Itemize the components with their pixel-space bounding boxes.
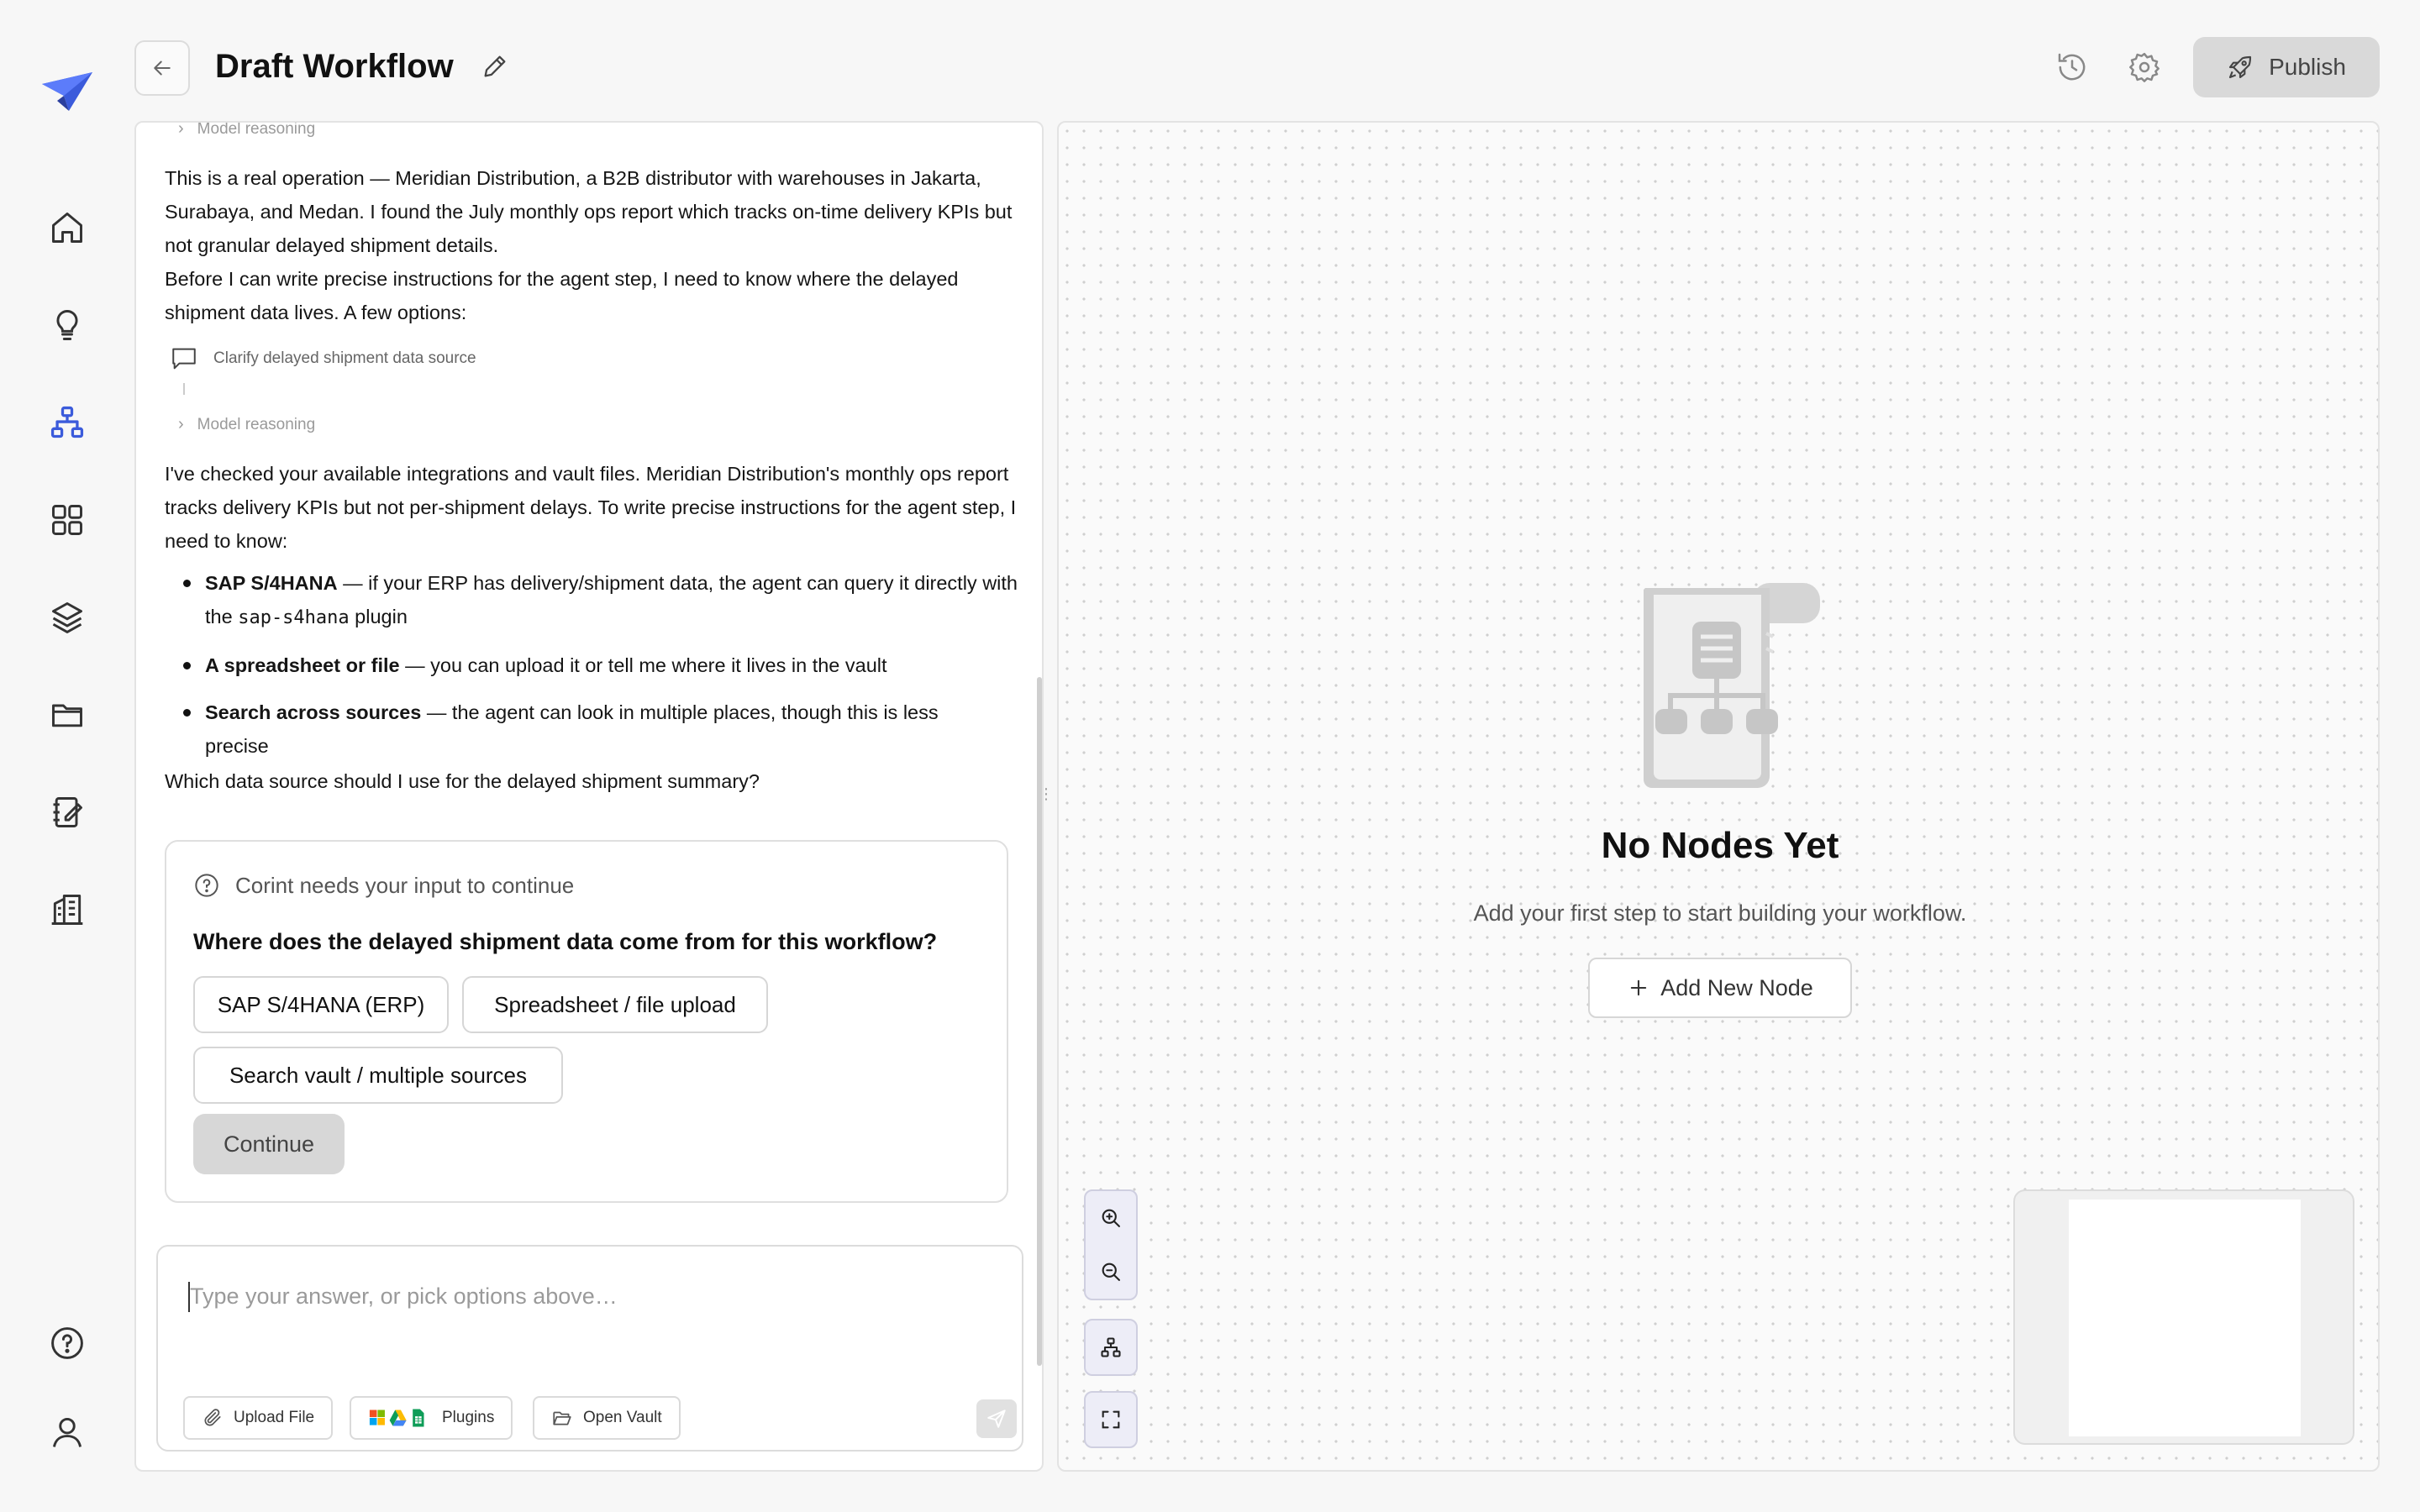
- add-new-node-button[interactable]: Add New Node: [1588, 958, 1852, 1018]
- zoom-out-icon: [1102, 1263, 1120, 1281]
- model-reasoning-label: Model reasoning: [197, 415, 316, 433]
- edit-title-icon[interactable]: [481, 52, 509, 81]
- list-item-title: SAP S/4HANA: [205, 572, 338, 594]
- tool-call-item[interactable]: Clarify delayed shipment data source: [170, 344, 476, 373]
- input-request-header: Corint needs your input to continue: [193, 872, 574, 899]
- upload-file-button[interactable]: Upload File: [183, 1396, 334, 1440]
- zoom-in-button[interactable]: [1086, 1191, 1136, 1245]
- layout-tree-icon: [1101, 1337, 1121, 1357]
- building-icon[interactable]: [44, 886, 91, 933]
- model-reasoning-label: Model reasoning: [197, 121, 316, 138]
- auto-layout-button[interactable]: [1084, 1319, 1138, 1376]
- model-reasoning-toggle[interactable]: › Model reasoning: [178, 415, 315, 434]
- panel-resize-handle[interactable]: ⋮⋮: [1039, 785, 1069, 806]
- layers-icon[interactable]: [44, 594, 91, 641]
- folder-open-icon: [553, 1411, 571, 1425]
- canvas-minimap[interactable]: [2013, 1189, 2354, 1445]
- publish-button[interactable]: Publish: [2193, 37, 2380, 97]
- zoom-in-icon: [1102, 1209, 1120, 1227]
- list-item: A spreadsheet or file — you can upload i…: [183, 648, 1042, 682]
- model-reasoning-toggle[interactable]: › Model reasoning: [178, 121, 316, 139]
- arrow-left-icon: [154, 60, 171, 76]
- app-logo[interactable]: [40, 69, 94, 116]
- timeline-connector: [183, 383, 185, 395]
- plugins-button[interactable]: Plugins: [350, 1396, 513, 1440]
- lightbulb-icon[interactable]: [44, 302, 91, 349]
- plus-icon: [1630, 979, 1647, 996]
- list-item-text: — you can upload it or tell me where it …: [399, 654, 887, 676]
- chat-input[interactable]: Type your answer, or pick options above…: [190, 1284, 618, 1310]
- notebook-icon[interactable]: [44, 789, 91, 836]
- plugin-logos-icon: [369, 1409, 424, 1427]
- chat-bubble-icon: [172, 348, 196, 370]
- home-icon[interactable]: [44, 204, 91, 251]
- workflow-canvas[interactable]: No Nodes Yet Add your first step to star…: [1057, 121, 2380, 1472]
- chat-composer[interactable]: Type your answer, or pick options above……: [156, 1245, 1023, 1452]
- open-vault-button[interactable]: Open Vault: [533, 1396, 681, 1440]
- minimap-viewport[interactable]: [2069, 1200, 2301, 1436]
- fit-view-button[interactable]: [1084, 1391, 1138, 1448]
- paperclip-icon: [204, 1409, 221, 1426]
- list-item-text: plugin: [349, 606, 408, 627]
- grid-icon[interactable]: [44, 496, 91, 543]
- empty-state-title: No Nodes Yet: [1601, 825, 1839, 866]
- folder-icon[interactable]: [44, 691, 91, 738]
- upload-file-label: Upload File: [234, 1409, 315, 1426]
- zoom-controls: [1084, 1189, 1138, 1300]
- fullscreen-icon: [1102, 1410, 1120, 1429]
- back-button[interactable]: [134, 40, 190, 96]
- inline-code: sap-s4hana: [238, 607, 350, 628]
- list-item: SAP S/4HANA — if your ERP has delivery/s…: [183, 566, 1042, 635]
- input-request-card: Corint needs your input to continue Wher…: [165, 840, 1008, 1203]
- option-sap-button[interactable]: SAP S/4HANA (ERP): [193, 976, 449, 1033]
- question-text: Where does the delayed shipment data com…: [193, 929, 938, 954]
- chevron-right-icon: ›: [178, 415, 184, 433]
- chat-panel: › Model reasoning This is a real operati…: [134, 121, 1044, 1472]
- assistant-message-paragraph: Before I can write precise instructions …: [165, 268, 959, 323]
- open-vault-label: Open Vault: [583, 1409, 662, 1426]
- plugins-label: Plugins: [442, 1409, 495, 1426]
- assistant-closing-question: Which data source should I use for the d…: [165, 770, 760, 792]
- options-list: SAP S/4HANA — if your ERP has delivery/s…: [183, 566, 1042, 776]
- help-icon[interactable]: [44, 1320, 91, 1367]
- list-item-title: A spreadsheet or file: [205, 654, 400, 676]
- question-icon: [195, 874, 218, 897]
- send-button[interactable]: [976, 1399, 1017, 1438]
- assistant-message-paragraph: This is a real operation — Meridian Dist…: [165, 167, 1013, 256]
- sidebar: [0, 0, 134, 1512]
- option-spreadsheet-button[interactable]: Spreadsheet / file upload: [462, 976, 768, 1033]
- user-icon[interactable]: [44, 1409, 91, 1456]
- chevron-right-icon: ›: [178, 121, 184, 138]
- history-icon[interactable]: [2055, 50, 2089, 84]
- list-item-title: Search across sources: [205, 701, 422, 723]
- send-icon: [987, 1410, 1006, 1428]
- option-search-vault-button[interactable]: Search vault / multiple sources: [193, 1047, 563, 1104]
- publish-label: Publish: [2269, 54, 2346, 80]
- workflow-icon[interactable]: [44, 399, 91, 446]
- list-item: Search across sources — the agent can lo…: [183, 696, 961, 763]
- empty-workflow-illustration: [1627, 583, 1820, 793]
- add-new-node-label: Add New Node: [1660, 974, 1813, 1000]
- empty-state-subtitle: Add your first step to start building yo…: [1473, 900, 1967, 926]
- settings-icon[interactable]: [2128, 50, 2161, 84]
- zoom-out-button[interactable]: [1086, 1245, 1136, 1299]
- tool-call-label: Clarify delayed shipment data source: [213, 349, 476, 367]
- chat-scrollbar[interactable]: [1037, 677, 1042, 1366]
- page-title: Draft Workflow: [215, 48, 454, 85]
- continue-button[interactable]: Continue: [193, 1114, 345, 1174]
- rocket-icon: [2229, 55, 2252, 79]
- input-request-label: Corint needs your input to continue: [235, 872, 575, 898]
- assistant-message-paragraph: I've checked your available integrations…: [165, 463, 1017, 552]
